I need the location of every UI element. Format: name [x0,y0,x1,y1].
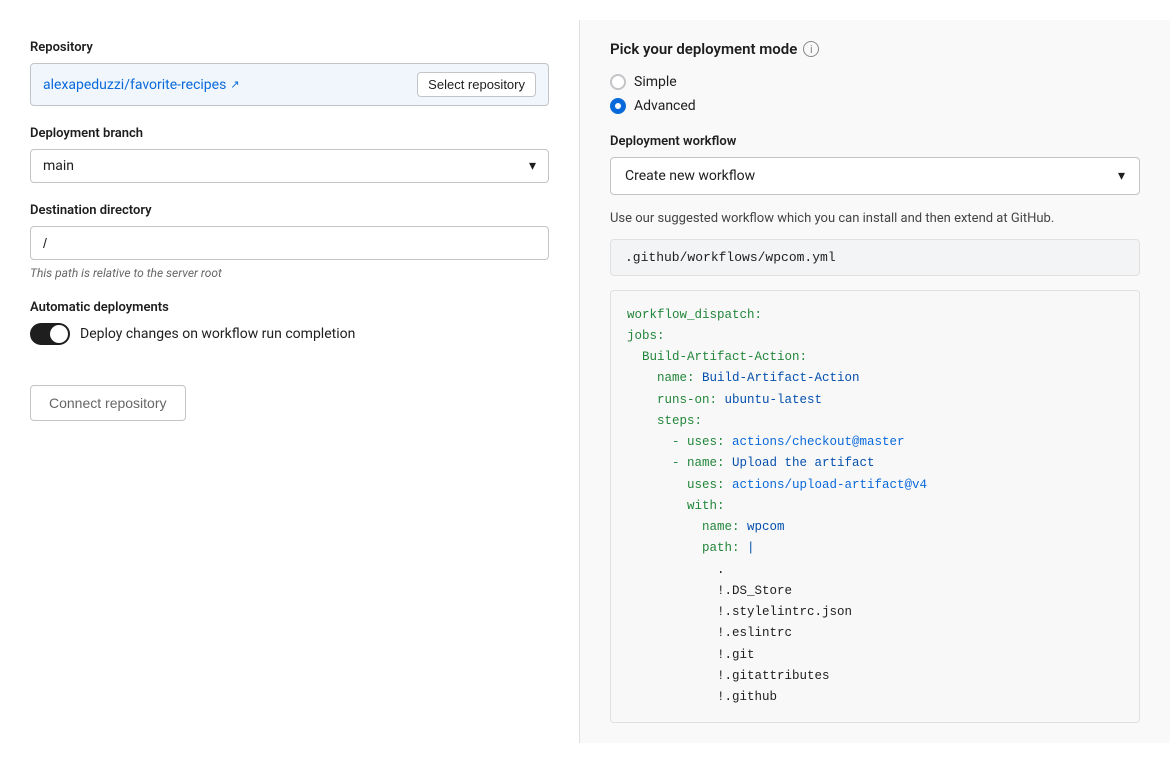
code-line: jobs: [627,326,1123,347]
auto-deploy-toggle[interactable] [30,323,70,345]
code-line: path: | [627,538,1123,559]
code-line: name: Build-Artifact-Action [627,368,1123,389]
auto-deploy-section: Automatic deployments Deploy changes on … [30,300,549,345]
workflow-chevron-icon: ▾ [1118,168,1125,184]
deploy-mode-radio-group: Simple Advanced [610,74,1140,114]
radio-advanced[interactable]: Advanced [610,98,1140,114]
code-line: !.github [627,687,1123,708]
right-panel: Pick your deployment mode i Simple Advan… [580,20,1170,743]
repository-field: alexapeduzzi/favorite-recipes ↗ Select r… [30,63,549,106]
repository-section: Repository alexapeduzzi/favorite-recipes… [30,40,549,106]
code-line: !.eslintrc [627,623,1123,644]
filepath-text: .github/workflows/wpcom.yml [625,250,836,265]
auto-deploy-label: Automatic deployments [30,300,549,315]
code-line: with: [627,496,1123,517]
code-line: name: wpcom [627,517,1123,538]
workflow-dropdown-value: Create new workflow [625,168,755,184]
select-repository-button[interactable]: Select repository [417,72,536,97]
code-line: runs-on: ubuntu-latest [627,390,1123,411]
external-link-icon: ↗ [230,78,239,91]
code-line: - name: Upload the artifact [627,453,1123,474]
info-icon[interactable]: i [803,41,819,57]
code-line: !.git [627,645,1123,666]
workflow-label: Deployment workflow [610,134,1140,149]
auto-deploy-toggle-label: Deploy changes on workflow run completio… [80,326,355,342]
repo-link-text: alexapeduzzi/favorite-recipes [43,77,226,93]
code-preview: workflow_dispatch:jobs: Build-Artifact-A… [610,290,1140,724]
auto-deploy-toggle-row: Deploy changes on workflow run completio… [30,323,549,345]
destination-dir-input[interactable] [30,226,549,260]
code-line: Build-Artifact-Action: [627,347,1123,368]
deployment-branch-label: Deployment branch [30,126,549,141]
deploy-mode-title: Pick your deployment mode [610,40,797,58]
code-line: workflow_dispatch: [627,305,1123,326]
connect-repository-button[interactable]: Connect repository [30,385,186,421]
suggested-text: Use our suggested workflow which you can… [610,209,1140,229]
code-line: steps: [627,411,1123,432]
code-line: uses: actions/upload-artifact@v4 [627,475,1123,496]
destination-dir-label: Destination directory [30,203,549,218]
radio-simple-label: Simple [634,74,677,90]
radio-advanced-circle [610,98,626,114]
filepath-box: .github/workflows/wpcom.yml [610,239,1140,276]
repository-label: Repository [30,40,549,55]
code-line: - uses: actions/checkout@master [627,432,1123,453]
destination-dir-hint: This path is relative to the server root [30,266,549,280]
radio-simple[interactable]: Simple [610,74,1140,90]
radio-advanced-label: Advanced [634,98,696,114]
code-line: !.gitattributes [627,666,1123,687]
workflow-dropdown[interactable]: Create new workflow ▾ [610,157,1140,195]
chevron-down-icon: ▾ [529,158,536,174]
left-panel: Repository alexapeduzzi/favorite-recipes… [0,20,580,743]
radio-simple-circle [610,74,626,90]
branch-dropdown[interactable]: main ▾ [30,149,549,183]
destination-dir-section: Destination directory This path is relat… [30,203,549,280]
repo-link[interactable]: alexapeduzzi/favorite-recipes ↗ [43,77,240,93]
deployment-branch-section: Deployment branch main ▾ [30,126,549,183]
branch-value: main [43,158,74,174]
code-line: !.DS_Store [627,581,1123,602]
deploy-mode-title-row: Pick your deployment mode i [610,40,1140,58]
code-line: . [627,560,1123,581]
code-line: !.stylelintrc.json [627,602,1123,623]
